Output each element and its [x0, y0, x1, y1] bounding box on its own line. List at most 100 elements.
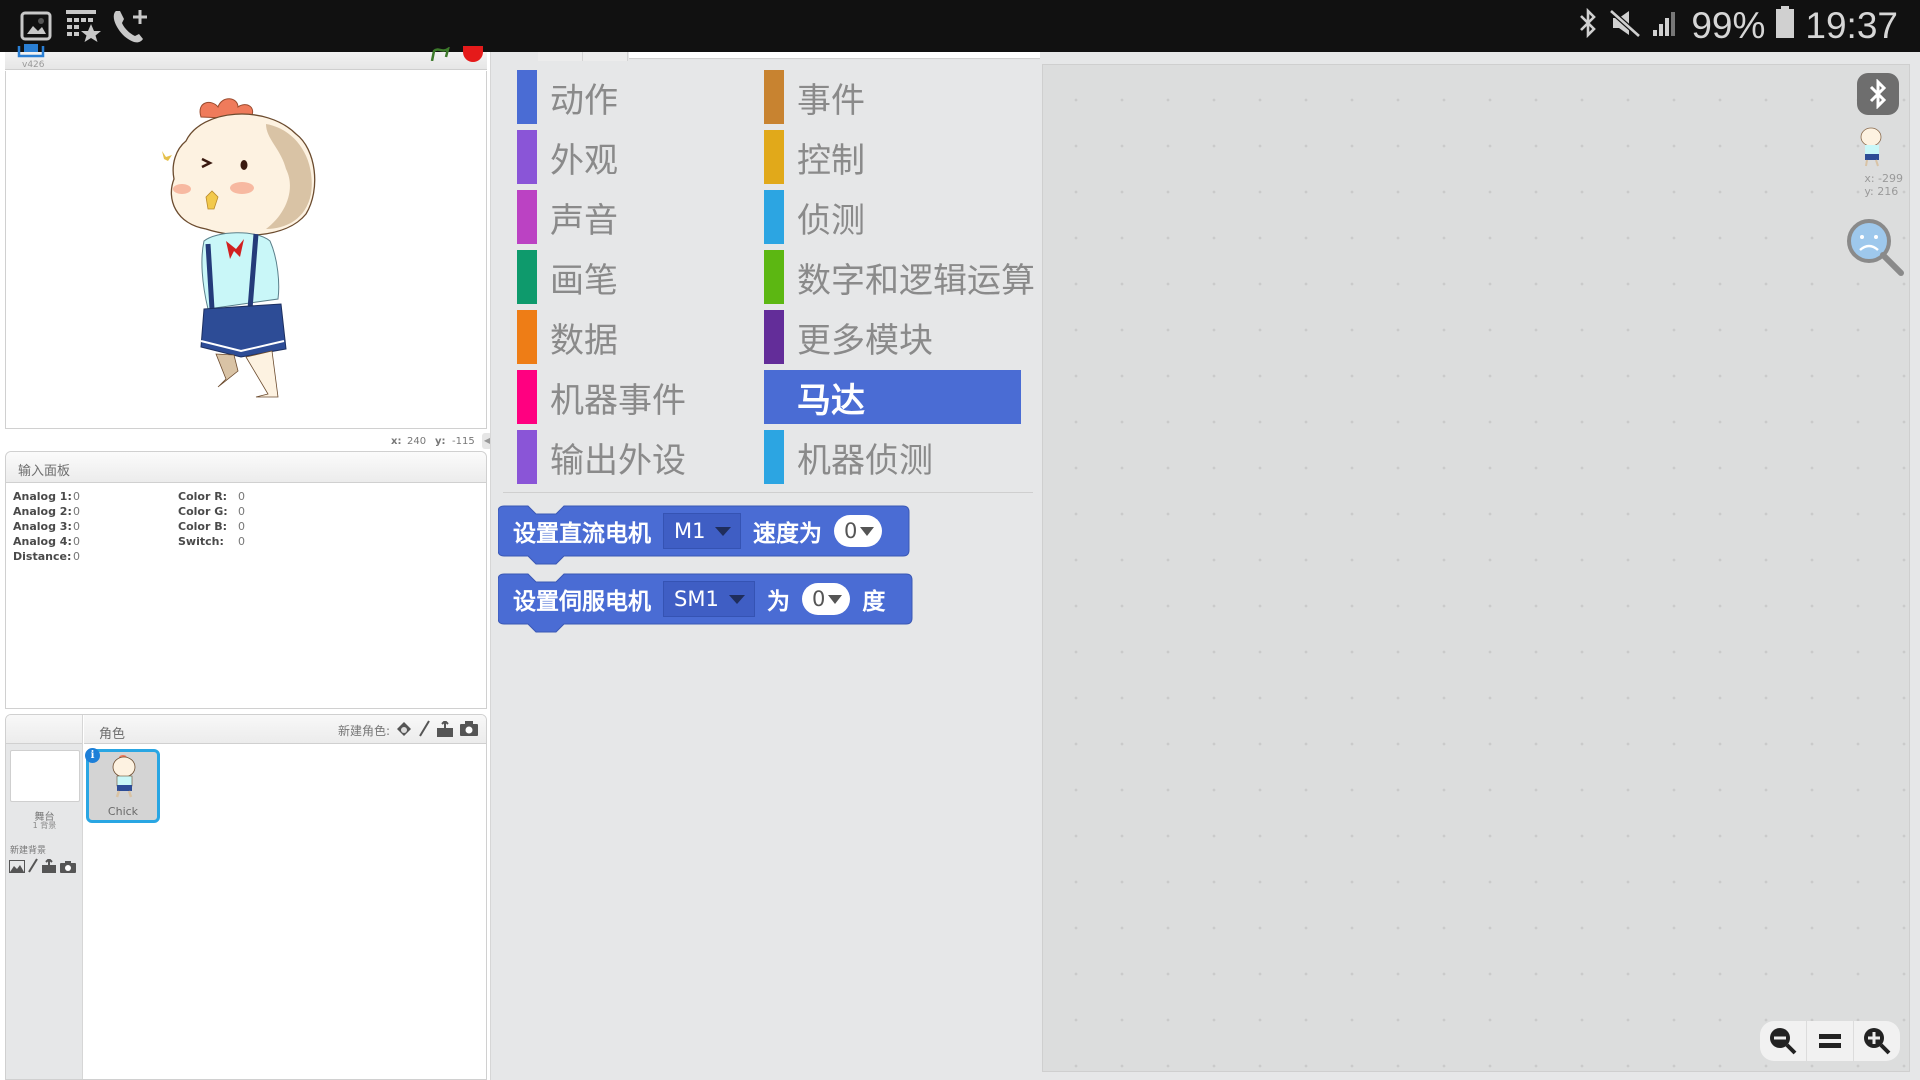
mouse-coordinates: x: 240 y: -115: [5, 433, 487, 449]
category-8[interactable]: 控制: [764, 130, 865, 184]
paint-sprite-icon[interactable]: [418, 720, 430, 740]
category-0[interactable]: 动作: [517, 70, 618, 124]
category-3[interactable]: 画笔: [517, 250, 618, 304]
category-label: 外观: [550, 140, 618, 181]
category-11[interactable]: 更多模块: [764, 310, 933, 364]
equals-icon: [1819, 1034, 1841, 1048]
bluetooth-icon: [1869, 79, 1887, 109]
camera-backdrop-icon[interactable]: [60, 858, 76, 877]
clock: 19:37: [1805, 5, 1898, 46]
left-panel: v426 x: 240 y: -115 ◀ 输入面板 Analog 1: 0 A…: [0, 44, 492, 1080]
android-status-bar: 99% 19:37: [0, 0, 1920, 52]
tab-scripts[interactable]: [538, 52, 583, 61]
sprite-tile[interactable]: i Chick: [85, 748, 160, 823]
number-value: 0: [812, 587, 826, 611]
upload-sprite-icon[interactable]: [436, 719, 454, 740]
sprite-library-icon[interactable]: [396, 721, 412, 740]
dropdown-arrow-icon: [828, 594, 843, 604]
stage-thumbnail[interactable]: [10, 750, 80, 802]
category-13[interactable]: 机器侦测: [764, 430, 933, 484]
category-4[interactable]: 数据: [517, 310, 618, 364]
mouse-x-value: 240: [407, 436, 427, 447]
sprite-info-icon[interactable]: i: [85, 748, 100, 763]
stop-icon[interactable]: [463, 46, 483, 62]
block-palette: 设置直流电机 M1 速度为 0 设置伺服电机 SM1 为 0 度 动作 外观 声…: [493, 52, 1040, 1080]
category-color-swatch: [764, 190, 784, 244]
category-color-swatch: [764, 250, 784, 304]
sprites-title: 角色: [99, 727, 126, 742]
category-9[interactable]: 侦测: [764, 190, 865, 244]
paint-backdrop-icon[interactable]: [28, 858, 38, 877]
sensor-value: 0: [238, 505, 245, 518]
category-6[interactable]: 输出外设: [517, 430, 686, 484]
sprites-header: 角色 新建角色:: [84, 715, 486, 744]
new-sprite-tools: 新建角色:: [338, 719, 478, 740]
sensor-value: 0: [73, 520, 80, 533]
palette-tabs: [493, 52, 1040, 62]
sensor-value: 0: [238, 535, 245, 548]
block-text: 速度为: [753, 521, 822, 547]
green-flag-icon[interactable]: [430, 46, 452, 65]
zoom-out-button[interactable]: [1760, 1021, 1807, 1061]
call-add-icon: [110, 6, 150, 46]
sensor-label: Color R:: [178, 490, 228, 503]
category-10[interactable]: 数字和逻辑运算: [764, 250, 1035, 304]
sensor-label: Distance:: [13, 550, 72, 563]
backdrop-library-icon[interactable]: [9, 858, 25, 877]
category-label: 画笔: [550, 260, 618, 301]
block-set-servo-motor[interactable]: 设置伺服电机 SM1 为 0 度: [498, 570, 916, 633]
category-color-swatch: [517, 190, 537, 244]
sprite-position: x: -299 y: 216: [1864, 172, 1903, 198]
tab-costumes[interactable]: [583, 52, 628, 61]
current-sprite-thumbnail: [1860, 127, 1882, 167]
mouse-x-label: x:: [391, 436, 402, 447]
category-color-swatch: [764, 130, 784, 184]
angle-input[interactable]: 0: [802, 583, 851, 615]
tab-strip: [629, 52, 1040, 59]
sprite-thumbnail: [112, 755, 136, 798]
chick-sprite[interactable]: [146, 79, 346, 409]
category-label: 动作: [550, 80, 618, 121]
no-devices-search-icon[interactable]: [1843, 215, 1907, 279]
category-label: 事件: [797, 80, 865, 121]
block-set-dc-motor[interactable]: 设置直流电机 M1 速度为 0: [498, 502, 913, 565]
sensor-value: 0: [73, 535, 80, 548]
camera-sprite-icon[interactable]: [460, 721, 478, 739]
category-5[interactable]: 机器事件: [517, 370, 686, 424]
bluetooth-connect-button[interactable]: [1857, 73, 1899, 115]
category-12[interactable]: 马达: [764, 370, 1021, 424]
zoom-reset-button[interactable]: [1807, 1021, 1854, 1061]
category-color-swatch: [764, 310, 784, 364]
sensor-label: Analog 3:: [13, 520, 72, 533]
script-area[interactable]: x: -299 y: 216: [1042, 64, 1910, 1072]
category-1[interactable]: 外观: [517, 130, 618, 184]
mouse-y-label: y:: [435, 436, 446, 447]
dropdown-arrow-icon: [715, 526, 732, 536]
stage-header: v426: [5, 44, 487, 70]
upload-backdrop-icon[interactable]: [41, 857, 57, 877]
category-label: 声音: [550, 200, 618, 241]
category-color-swatch: [764, 370, 784, 424]
number-value: 0: [844, 519, 858, 543]
stage-column: 舞台 1 背景 新建背景: [6, 715, 83, 1079]
category-color-swatch: [517, 310, 537, 364]
category-label: 输出外设: [550, 440, 686, 481]
speed-input[interactable]: 0: [834, 515, 883, 547]
block-text: 设置伺服电机: [513, 589, 651, 615]
category-color-swatch: [764, 70, 784, 124]
sensor-value: 0: [73, 505, 80, 518]
zoom-in-button[interactable]: [1854, 1021, 1900, 1061]
sensor-label: Analog 1:: [13, 490, 72, 503]
sprite-y: y: 216: [1864, 185, 1899, 198]
sensor-label: Analog 4:: [13, 535, 72, 548]
block-text: 设置直流电机: [513, 521, 651, 547]
category-7[interactable]: 事件: [764, 70, 865, 124]
signal-icon: [1651, 5, 1681, 47]
bluetooth-icon: [1577, 5, 1599, 47]
servo-port-dropdown[interactable]: SM1: [663, 581, 755, 617]
category-2[interactable]: 声音: [517, 190, 618, 244]
gallery-icon: [20, 6, 52, 46]
palette-separator: [503, 492, 1033, 493]
stage-canvas[interactable]: [5, 71, 487, 429]
motor-port-dropdown[interactable]: M1: [663, 513, 741, 549]
